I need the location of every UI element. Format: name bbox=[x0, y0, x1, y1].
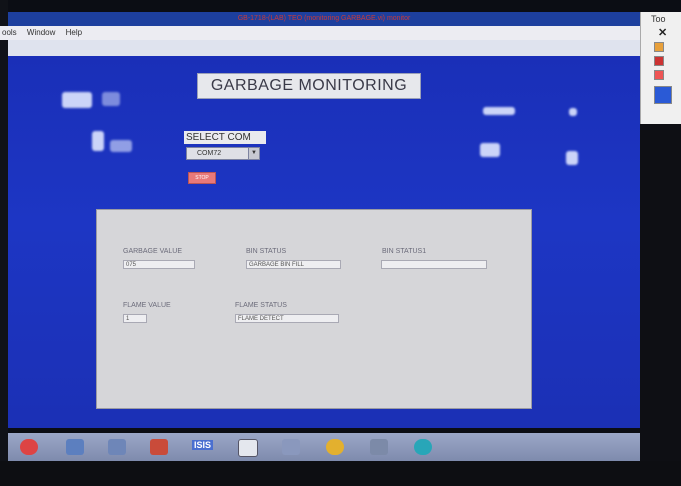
isis-icon[interactable]: ISIS bbox=[192, 440, 214, 450]
app-icon[interactable] bbox=[150, 439, 168, 455]
menu-bar: ools Window Help bbox=[0, 26, 640, 40]
indicator-panel: GARBAGE VALUE 075 BIN STATUS GARBAGE BIN… bbox=[96, 209, 532, 409]
app-icon[interactable] bbox=[66, 439, 84, 455]
bin-status-indicator: GARBAGE BIN FILL bbox=[246, 260, 341, 269]
app-icon[interactable] bbox=[20, 439, 38, 455]
monitor-bezel-right bbox=[640, 124, 681, 486]
tool-icon[interactable] bbox=[654, 56, 664, 66]
monitor-bezel-left bbox=[0, 0, 8, 486]
screen-glare bbox=[569, 108, 577, 116]
page-title: GARBAGE MONITORING bbox=[197, 73, 421, 99]
labview-icon[interactable] bbox=[238, 439, 258, 457]
select-com-label: SELECT COM bbox=[184, 131, 266, 144]
flame-status-indicator: FLAME DETECT bbox=[235, 314, 339, 323]
color-tool-icon[interactable] bbox=[654, 86, 672, 104]
menu-tools[interactable]: ools bbox=[2, 28, 17, 37]
screen-glare bbox=[62, 92, 92, 108]
garbage-value-indicator: 075 bbox=[123, 260, 195, 269]
screen-glare bbox=[480, 143, 500, 157]
app-icon[interactable] bbox=[282, 439, 300, 455]
window-title-bar[interactable]: GB-1718-(LAB) TEO (monitoring GARBAGE.vi… bbox=[8, 12, 640, 26]
tool-icon[interactable] bbox=[654, 70, 664, 80]
flame-value-indicator: 1 bbox=[123, 314, 147, 323]
stop-button[interactable]: STOP bbox=[188, 172, 216, 184]
screen-glare bbox=[102, 92, 120, 106]
com-port-select[interactable]: COM72 ▼ bbox=[186, 147, 260, 160]
tools-palette-title: Too bbox=[651, 14, 666, 24]
screen-glare bbox=[110, 140, 132, 152]
flame-status-label: FLAME STATUS bbox=[235, 302, 287, 309]
arduino-icon[interactable] bbox=[414, 439, 432, 455]
screen-glare bbox=[92, 131, 104, 151]
close-icon[interactable]: ✕ bbox=[658, 26, 667, 39]
screen-glare bbox=[566, 151, 578, 165]
garbage-value-label: GARBAGE VALUE bbox=[123, 248, 183, 255]
bin-status-label: BIN STATUS bbox=[246, 248, 287, 255]
app-icon[interactable] bbox=[108, 439, 126, 455]
taskbar bbox=[8, 433, 640, 461]
screen-glare bbox=[483, 107, 515, 115]
bin-status1-indicator bbox=[381, 260, 487, 269]
toolbar-area bbox=[8, 40, 640, 56]
chevron-down-icon[interactable]: ▼ bbox=[248, 148, 259, 159]
tools-palette: Too ✕ bbox=[640, 12, 681, 124]
flame-value-label: FLAME VALUE bbox=[123, 302, 171, 309]
window-title: GB-1718-(LAB) TEO (monitoring GARBAGE.vi… bbox=[237, 15, 411, 22]
com-port-value: COM72 bbox=[197, 150, 222, 157]
menu-help[interactable]: Help bbox=[66, 28, 82, 37]
chrome-icon[interactable] bbox=[326, 439, 344, 455]
operate-tool-icon[interactable] bbox=[654, 42, 664, 52]
app-icon[interactable] bbox=[370, 439, 388, 455]
menu-window[interactable]: Window bbox=[27, 28, 55, 37]
monitor-bezel-bottom bbox=[0, 461, 681, 486]
bin-status1-label: BIN STATUS1 bbox=[382, 248, 427, 255]
